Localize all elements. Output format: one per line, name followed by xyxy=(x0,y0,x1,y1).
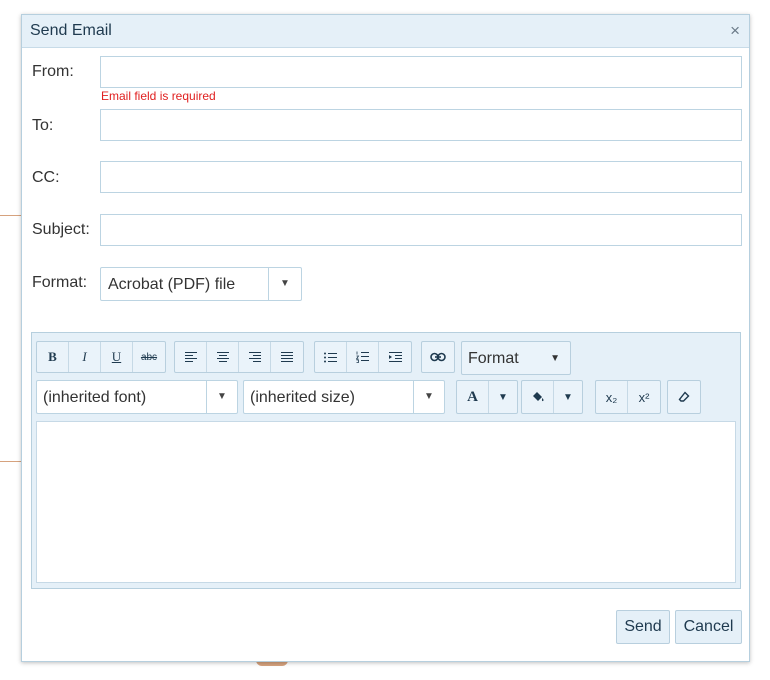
format-dropdown[interactable]: Format ▼ xyxy=(461,341,571,375)
subject-label: Subject: xyxy=(32,221,90,238)
format-select-value: Acrobat (PDF) file xyxy=(108,276,236,293)
underline-button[interactable]: U xyxy=(101,342,133,372)
insert-link-button[interactable] xyxy=(422,342,454,372)
italic-icon: I xyxy=(82,349,87,364)
align-justify-icon xyxy=(281,351,293,362)
chevron-down-icon[interactable]: ▼ xyxy=(206,381,237,413)
font-color-button[interactable]: A xyxy=(457,381,489,413)
chevron-down-icon: ▼ xyxy=(563,391,573,403)
align-left-icon xyxy=(184,351,197,362)
align-center-button[interactable] xyxy=(207,342,239,372)
editor-body[interactable] xyxy=(36,421,736,583)
font-size-value: (inherited size) xyxy=(250,389,355,406)
superscript-button[interactable]: x² xyxy=(628,381,660,413)
numbered-list-icon xyxy=(356,351,369,363)
chevron-down-icon: ▼ xyxy=(550,353,560,364)
link-icon xyxy=(430,352,446,362)
indent-button[interactable] xyxy=(379,342,411,372)
bulleted-list-button[interactable] xyxy=(315,342,347,372)
cc-field[interactable] xyxy=(100,161,742,193)
font-color-group: A ▼ xyxy=(456,380,518,414)
send-button[interactable]: Send xyxy=(616,610,670,644)
format-select[interactable]: Acrobat (PDF) file ▼ xyxy=(100,267,302,301)
dialog-titlebar: Send Email × xyxy=(22,15,749,48)
align-justify-button[interactable] xyxy=(271,342,303,372)
from-error-message: Email field is required xyxy=(101,89,216,103)
link-group xyxy=(421,341,455,373)
chevron-down-icon[interactable]: ▼ xyxy=(413,381,444,413)
background-line xyxy=(0,461,22,462)
font-color-icon: A xyxy=(467,388,478,405)
bold-icon: B xyxy=(48,349,57,364)
rich-text-editor: B I U abc Format ▼ (inherited font) ▼ (i… xyxy=(31,332,741,589)
align-right-icon xyxy=(248,351,261,362)
dialog-title: Send Email xyxy=(30,22,112,39)
subject-field[interactable] xyxy=(100,214,742,246)
subscript-button[interactable]: x₂ xyxy=(596,381,628,413)
format-dropdown-label: Format xyxy=(468,350,519,367)
font-size-select[interactable]: (inherited size) ▼ xyxy=(243,380,445,414)
eraser-icon xyxy=(678,391,690,402)
format-label: Format: xyxy=(32,274,88,291)
strikethrough-icon: abc xyxy=(140,351,158,363)
clear-format-group xyxy=(667,380,701,414)
bold-button[interactable]: B xyxy=(37,342,69,372)
text-style-group: B I U abc xyxy=(36,341,166,373)
close-icon[interactable]: × xyxy=(730,21,740,41)
cancel-button[interactable]: Cancel xyxy=(675,610,742,644)
font-color-dropdown[interactable]: ▼ xyxy=(489,381,517,413)
font-family-select[interactable]: (inherited font) ▼ xyxy=(36,380,238,414)
to-field[interactable] xyxy=(100,109,742,141)
from-label: From: xyxy=(32,63,74,80)
strikethrough-button[interactable]: abc xyxy=(133,342,165,372)
list-group xyxy=(314,341,412,373)
font-family-value: (inherited font) xyxy=(43,389,147,406)
chevron-down-icon: ▼ xyxy=(498,391,508,403)
background-color-dropdown[interactable]: ▼ xyxy=(554,381,582,413)
italic-button[interactable]: I xyxy=(69,342,101,372)
background-color-group: ▼ xyxy=(521,380,583,414)
underline-icon: U xyxy=(111,349,122,364)
bulleted-list-icon xyxy=(324,352,337,362)
cc-label: CC: xyxy=(32,169,60,186)
numbered-list-button[interactable] xyxy=(347,342,379,372)
indent-icon xyxy=(388,351,402,362)
chevron-down-icon[interactable]: ▼ xyxy=(268,268,301,300)
superscript-icon: x² xyxy=(638,389,650,405)
script-group: x₂ x² xyxy=(595,380,661,414)
from-field[interactable] xyxy=(100,56,742,88)
background-line xyxy=(0,215,22,216)
align-right-button[interactable] xyxy=(239,342,271,372)
to-label: To: xyxy=(32,117,54,134)
subscript-icon: x₂ xyxy=(605,389,618,405)
alignment-group xyxy=(174,341,304,373)
clear-formatting-button[interactable] xyxy=(668,381,700,413)
align-center-icon xyxy=(216,351,229,362)
align-left-button[interactable] xyxy=(175,342,207,372)
background-color-button[interactable] xyxy=(522,381,554,413)
send-email-dialog: Send Email × From: Email field is requir… xyxy=(21,14,750,662)
paint-bucket-icon xyxy=(532,392,544,402)
